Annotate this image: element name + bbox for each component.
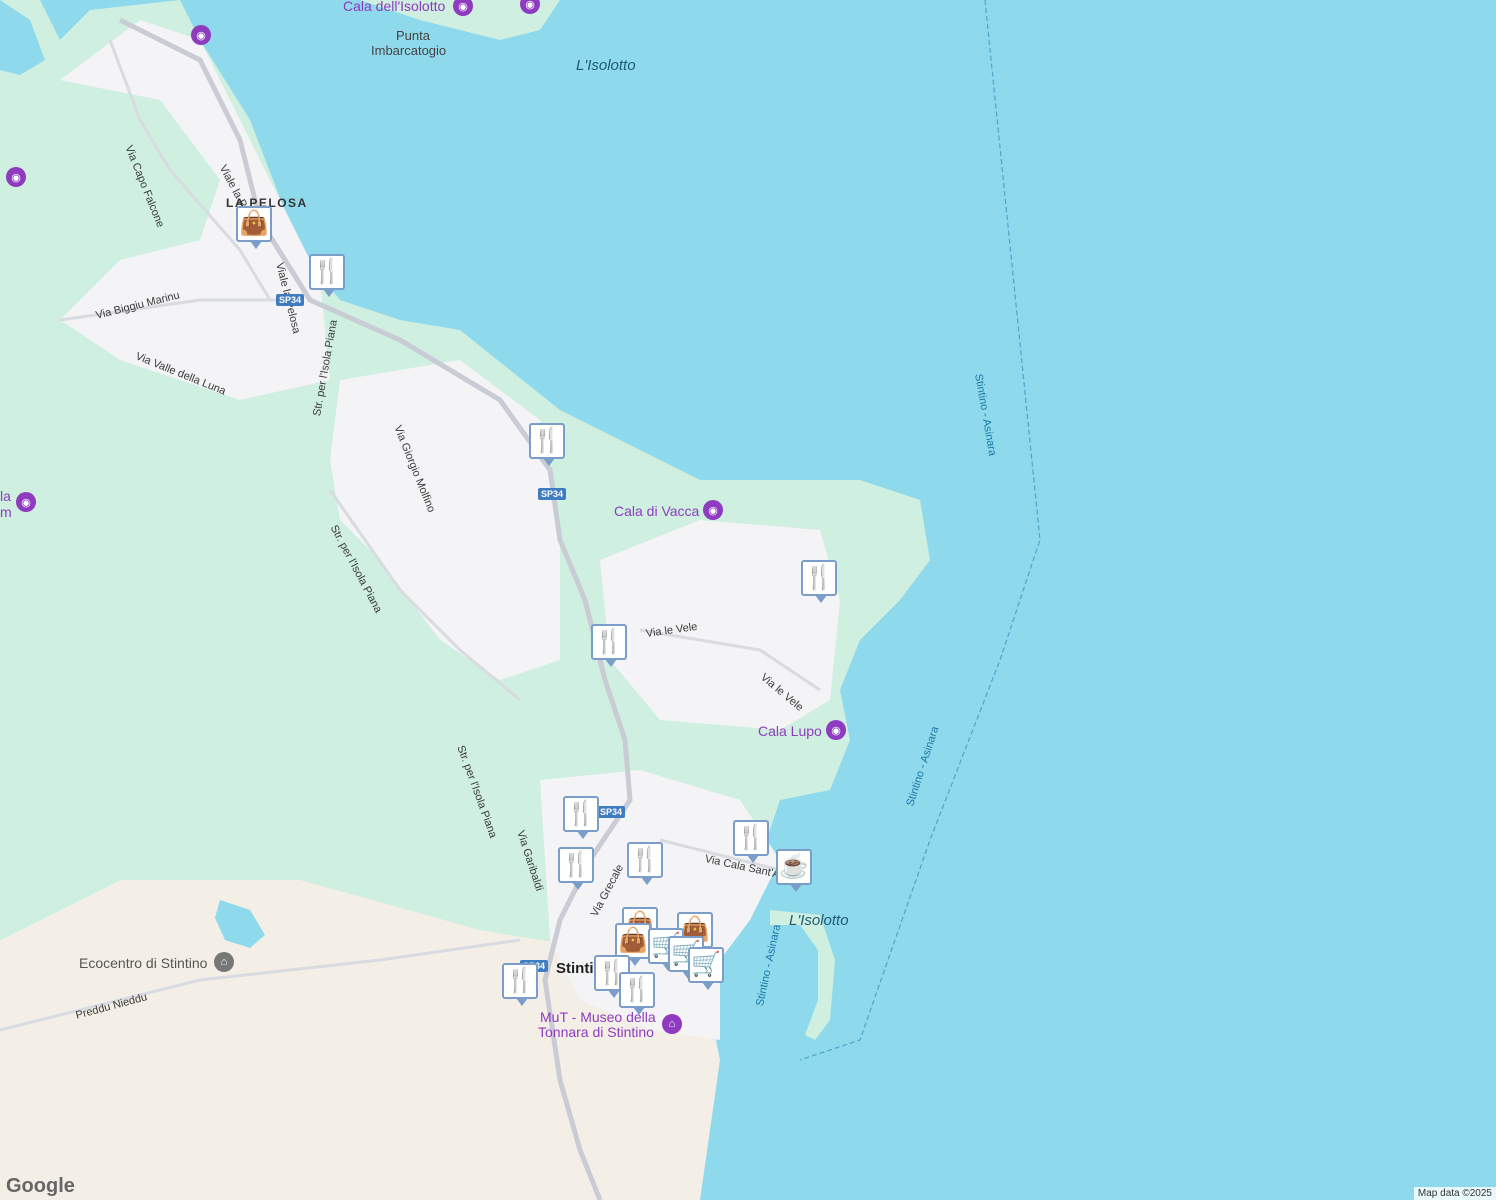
map-marker[interactable]: 🍴 [309,254,345,297]
map-marker[interactable]: 🍴 [619,972,655,1015]
map-marker[interactable]: 🍴 [529,423,565,466]
photo-spot-icon[interactable]: ◉ [191,25,211,45]
poi-label-partial-la[interactable]: la [0,488,11,504]
route-shield-sp34: SP34 [597,806,626,818]
restaurant-icon: 🍴 [630,846,660,873]
poi-label-cala-isolotto[interactable]: Cala dell'Isolotto [343,0,445,14]
map-marker[interactable]: 🍴 [627,842,663,885]
place-label-imbarcatogio: Imbarcatogio [371,43,447,58]
map-marker[interactable]: 🛒 [688,947,724,990]
poi-label-ecocentro[interactable]: Ecocentro di Stintino [79,955,207,971]
restaurant-icon: 🍴 [566,800,596,827]
landmark-icon[interactable]: ⌂ [214,952,234,972]
photo-spot-icon[interactable]: ◉ [16,492,36,512]
shopping-cart-icon: 🛒 [691,951,721,978]
map-attribution[interactable]: Map data ©2025 [1413,1187,1496,1200]
water-label-isolotto-harbour: L'Isolotto [789,912,849,929]
photo-spot-icon[interactable]: ◉ [703,500,723,520]
map-marker[interactable]: 🍴 [733,820,769,863]
photo-spot-icon[interactable]: ◉ [6,167,26,187]
poi-label-mut-line2[interactable]: Tonnara di Stintino [538,1024,654,1040]
water-label-isolotto-top: L'Isolotto [576,57,636,74]
restaurant-icon: 🍴 [736,824,766,851]
map-marker[interactable]: 👜 [615,923,651,966]
restaurant-icon: 🍴 [594,628,624,655]
map-marker[interactable]: 🍴 [563,796,599,839]
map-marker[interactable]: 🍴 [591,624,627,667]
map-marker[interactable]: 🍴 [502,963,538,1006]
map-marker[interactable]: 👜 [236,206,272,249]
map-marker[interactable]: 🍴 [558,847,594,890]
poi-label-cala-lupo[interactable]: Cala Lupo [758,723,822,739]
route-shield-sp34: SP34 [538,488,567,500]
restaurant-icon: 🍴 [505,967,535,994]
google-logo: Google [6,1175,75,1197]
shopping-bag-icon: 👜 [618,927,648,954]
map-marker[interactable]: 🍴 [801,560,837,603]
poi-label-cala-di-vacca[interactable]: Cala di Vacca [614,503,699,519]
restaurant-icon: 🍴 [561,851,591,878]
photo-spot-icon[interactable]: ◉ [826,720,846,740]
restaurant-icon: 🍴 [622,976,652,1003]
restaurant-icon: 🍴 [312,258,342,285]
coffee-cup-icon: ☕ [779,853,809,880]
shopping-bag-icon: 👜 [239,210,269,237]
restaurant-icon: 🍴 [804,564,834,591]
museum-icon[interactable]: ⌂ [662,1014,682,1034]
map-canvas[interactable]: Cala dell'Isolotto ◉ ◉ ◉ ◉ la m ◉ Cala d… [0,0,1496,1200]
poi-label-partial-m[interactable]: m [0,504,12,520]
map-marker[interactable]: ☕ [776,849,812,892]
route-shield-sp34: SP34 [276,294,305,306]
place-label-punta: Punta [396,28,430,43]
restaurant-icon: 🍴 [532,427,562,454]
